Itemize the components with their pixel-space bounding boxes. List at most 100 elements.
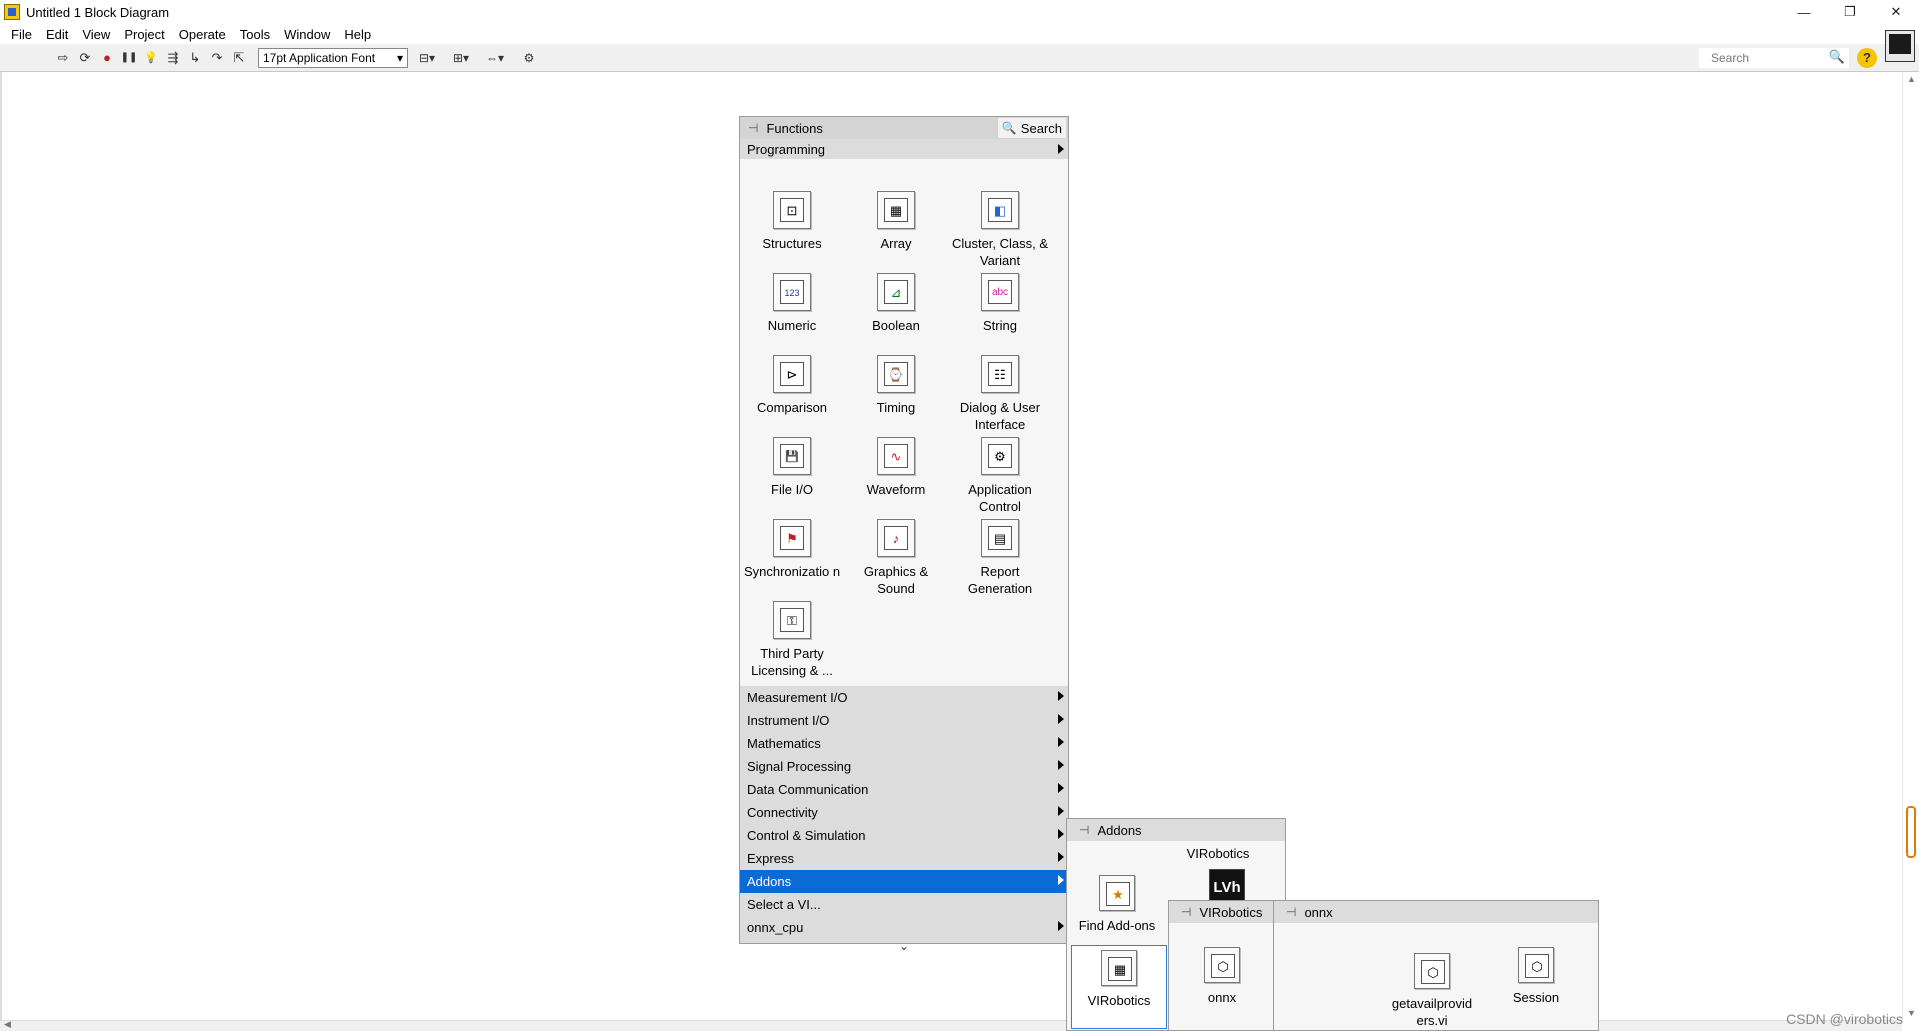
find-addons-icon: ★ (1099, 875, 1135, 911)
step-over-icon[interactable]: ↷ (206, 48, 228, 68)
category-instrument-io[interactable]: Instrument I/O (740, 709, 1068, 732)
palette-search-button[interactable]: 🔍 Search (997, 118, 1066, 138)
boolean-icon: ⊿ (877, 273, 915, 311)
palette-title: onnx (1304, 904, 1333, 920)
category-connectivity[interactable]: Connectivity (740, 801, 1068, 824)
scroll-thumb[interactable] (1906, 806, 1916, 858)
category-select-a-vi[interactable]: Select a VI... (740, 893, 1068, 916)
category-onnx-cpu[interactable]: onnx_cpu (740, 916, 1068, 939)
submenu-arrow-icon (1058, 852, 1064, 862)
palette-item-timing[interactable]: ⌚ Timing (844, 355, 948, 416)
distribute-objects-icon[interactable]: ⊞▾ (446, 48, 476, 68)
submenu-arrow-icon (1058, 921, 1064, 931)
pause-icon[interactable]: ❚❚ (118, 48, 140, 68)
onnx-palette: ⊣ onnx ⬡ getavailprovid ers.vi ⬡ Session (1273, 900, 1599, 1031)
addons-palette-header: ⊣ Addons (1067, 819, 1285, 841)
category-express[interactable]: Express (740, 847, 1068, 870)
palette-title: VIRobotics (1199, 904, 1263, 920)
search-input[interactable]: Search 🔍 (1699, 48, 1849, 68)
palette-item-waveform[interactable]: ∿ Waveform (844, 437, 948, 498)
step-into-icon[interactable]: ↳ (184, 48, 206, 68)
palette-item-label: Report Generation (967, 564, 1033, 596)
search-icon: 🔍 (1828, 49, 1845, 64)
restore-button[interactable]: ❐ (1827, 0, 1873, 24)
run-icon[interactable]: ⇨ (52, 48, 74, 68)
session-item[interactable]: ⬡ Session (1488, 947, 1584, 1006)
find-addons-item[interactable]: ★ Find Add-ons (1069, 875, 1165, 934)
getavailproviders-item[interactable]: ⬡ getavailprovid ers.vi (1384, 953, 1480, 1029)
pin-icon[interactable]: ⊣ (1181, 905, 1191, 919)
submenu-arrow-icon (1058, 783, 1064, 793)
menu-window[interactable]: Window (277, 27, 337, 42)
font-select[interactable]: 17pt Application Font ▾ (258, 47, 408, 68)
retain-wire-values-icon[interactable]: ⇶ (162, 48, 184, 68)
palette-item-application-control[interactable]: ⚙ Application Control (948, 437, 1052, 515)
palette-item-third-party-licensing[interactable]: ⚿ Third Party Licensing & ... (740, 601, 844, 679)
array-icon: ▦ (877, 191, 915, 229)
category-addons[interactable]: Addons (740, 870, 1068, 893)
menu-view[interactable]: View (75, 27, 117, 42)
timing-icon: ⌚ (877, 355, 915, 393)
palette-item-file-io[interactable]: 💾 File I/O (740, 437, 844, 498)
virobotics-palette: ⊣ VIRobotics ⬡ onnx (1168, 900, 1274, 1031)
menu-operate[interactable]: Operate (172, 27, 233, 42)
category-signal-processing[interactable]: Signal Processing (740, 755, 1068, 778)
palette-item-structures[interactable]: ⊡ Structures (740, 191, 844, 252)
pin-icon[interactable]: ⊣ (1079, 823, 1089, 837)
context-help-button[interactable]: ? (1857, 48, 1877, 68)
palette-item-boolean[interactable]: ⊿ Boolean (844, 273, 948, 334)
palette-item-array[interactable]: ▦ Array (844, 191, 948, 252)
category-measurement-io[interactable]: Measurement I/O (740, 686, 1068, 709)
palette-item-report-generation[interactable]: ▤ Report Generation (948, 519, 1052, 597)
palette-categories: Measurement I/O Instrument I/O Mathemati… (740, 686, 1068, 939)
scroll-up-icon[interactable]: ▲ (1907, 74, 1916, 84)
minimize-button[interactable]: — (1781, 0, 1827, 24)
resize-objects-icon[interactable]: ⇔▾ (480, 48, 510, 68)
numeric-icon: 123 (773, 273, 811, 311)
menu-project[interactable]: Project (117, 27, 171, 42)
category-programming[interactable]: Programming (740, 139, 1068, 159)
scroll-left-icon[interactable]: ◀ (4, 1019, 11, 1030)
palette-item-label: Find Add-ons (1078, 918, 1156, 933)
run-continuously-icon[interactable]: ⟳ (74, 48, 96, 68)
palette-item-string[interactable]: abc String (948, 273, 1052, 334)
palette-item-label: VIRobotics (1087, 993, 1151, 1008)
horizontal-scrollbar[interactable]: ◀ (0, 1019, 1902, 1031)
scroll-down-icon[interactable]: ▼ (1907, 1008, 1916, 1018)
structures-icon: ⊡ (773, 191, 811, 229)
palette-item-graphics-sound[interactable]: ♪ Graphics & Sound (844, 519, 948, 597)
palette-item-dialog-user-interface[interactable]: ☷ Dialog & User Interface (948, 355, 1052, 433)
cleanup-diagram-icon[interactable]: ⚙ (514, 48, 544, 68)
palette-item-comparison[interactable]: ⊳ Comparison (740, 355, 844, 416)
menu-help[interactable]: Help (337, 27, 378, 42)
menu-tools[interactable]: Tools (233, 27, 277, 42)
category-data-communication[interactable]: Data Communication (740, 778, 1068, 801)
category-mathematics[interactable]: Mathematics (740, 732, 1068, 755)
step-out-icon[interactable]: ⇱ (228, 48, 250, 68)
palette-item-label: Comparison (756, 400, 828, 415)
palette-title: Functions (766, 120, 823, 136)
menu-file[interactable]: File (4, 27, 39, 42)
pin-icon[interactable]: ⊣ (1286, 905, 1296, 919)
palette-item-synchronization[interactable]: ⚑ Synchronizatio n (740, 519, 844, 580)
session-icon: ⬡ (1518, 947, 1554, 983)
window-title: Untitled 1 Block Diagram (26, 4, 170, 20)
palette-item-label: Array (880, 236, 912, 251)
palette-item-numeric[interactable]: 123 Numeric (740, 273, 844, 334)
pin-icon[interactable]: ⊣ (748, 121, 758, 135)
align-objects-icon[interactable]: ⊟▾ (412, 48, 442, 68)
category-control-simulation[interactable]: Control & Simulation (740, 824, 1068, 847)
vi-icon[interactable] (1885, 30, 1915, 62)
abort-icon[interactable]: ● (96, 48, 118, 68)
onnx-palette-header: ⊣ onnx (1274, 901, 1598, 923)
close-button[interactable]: ✕ (1873, 0, 1919, 24)
palette-item-cluster-class-variant[interactable]: ◧ Cluster, Class, & Variant (948, 191, 1052, 269)
virobotics-item[interactable]: ▦ VIRobotics (1071, 945, 1167, 1029)
vertical-scrollbar[interactable]: ▲ ▼ (1902, 72, 1919, 1020)
onnx-folder-item[interactable]: ⬡ onnx (1174, 947, 1270, 1006)
show-more-icon[interactable]: ⌄ (740, 939, 1068, 959)
menu-edit[interactable]: Edit (39, 27, 75, 42)
report-generation-icon: ▤ (981, 519, 1019, 557)
highlight-execution-icon[interactable]: 💡 (140, 48, 162, 68)
diagram-left-edge (0, 72, 2, 1020)
